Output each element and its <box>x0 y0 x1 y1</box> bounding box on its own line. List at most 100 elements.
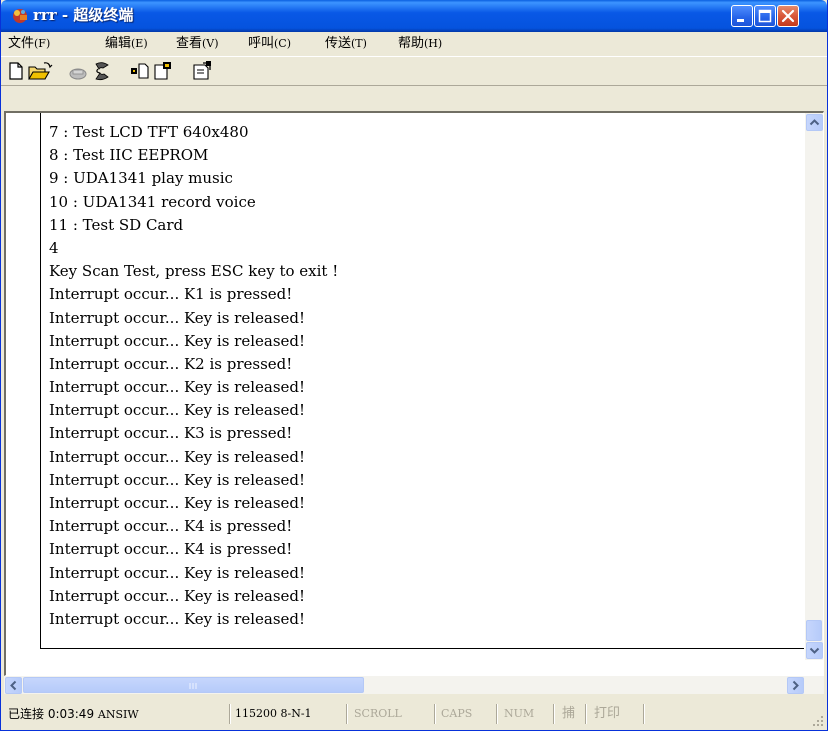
horizontal-scrollbar[interactable] <box>4 676 824 694</box>
status-emulation: ANSIW <box>97 708 139 721</box>
menu-transfer[interactable]: 传送(T) <box>325 36 367 52</box>
open-button[interactable] <box>27 60 53 82</box>
hyperterminal-app-icon <box>13 9 27 23</box>
scroll-up-button[interactable] <box>806 114 823 131</box>
chevron-down-icon <box>809 647 820 654</box>
maximize-button[interactable] <box>754 5 776 27</box>
menu-help-label: 帮助 <box>398 36 425 51</box>
disconnect-icon <box>95 62 109 81</box>
send-button[interactable] <box>129 60 151 82</box>
terminal-line: Interrupt occur... Key is released! <box>49 447 306 466</box>
properties-icon <box>193 61 211 80</box>
chevron-left-icon <box>10 680 17 691</box>
scroll-right-button[interactable] <box>787 677 804 694</box>
title-bar[interactable]: rrr - 超级终端 <box>1 0 827 32</box>
terminal-line: 10 : UDA1341 record voice <box>49 192 256 211</box>
open-icon <box>28 62 53 80</box>
menu-transfer-mnemonic: (T) <box>351 37 367 50</box>
terminal-line: Interrupt occur... Key is released! <box>49 586 306 605</box>
status-separator <box>553 704 555 724</box>
status-separator <box>346 704 348 724</box>
menu-view-label: 查看 <box>176 36 203 51</box>
menu-file-mnemonic: (F) <box>34 37 51 50</box>
receive-button[interactable] <box>151 60 173 82</box>
terminal-line: Interrupt occur... K1 is pressed! <box>49 285 293 304</box>
menu-file-label: 文件 <box>8 36 35 51</box>
menu-edit-mnemonic: (E) <box>131 37 148 50</box>
menu-view[interactable]: 查看(V) <box>176 36 219 52</box>
toolbar <box>1 56 827 86</box>
resize-grip-icon[interactable] <box>809 712 825 728</box>
status-separator <box>643 704 645 724</box>
menu-call[interactable]: 呼叫(C) <box>248 36 291 52</box>
terminal-line: 7 : Test LCD TFT 640x480 <box>49 123 249 141</box>
chevron-right-icon <box>792 680 799 691</box>
horizontal-scroll-thumb[interactable] <box>23 677 364 693</box>
window-title: rrr - 超级终端 <box>33 6 134 24</box>
terminal-line: 4 <box>49 238 59 257</box>
close-icon <box>781 9 795 23</box>
menu-edit-label: 编辑 <box>105 36 132 51</box>
minimize-button[interactable] <box>731 5 753 27</box>
status-connection: 已连接 0:03:49 ANSIW <box>5 703 225 725</box>
terminal-line: Key Scan Test, press ESC key to exit ! <box>49 262 339 281</box>
receive-icon <box>154 62 171 80</box>
terminal-line: Interrupt occur... K4 is pressed! <box>49 517 293 536</box>
terminal-line: Interrupt occur... K4 is pressed! <box>49 540 293 559</box>
terminal-line: Interrupt occur... K2 is pressed! <box>49 354 293 373</box>
terminal-line: Interrupt occur... Key is released! <box>49 470 306 489</box>
status-separator <box>585 704 587 724</box>
call-button[interactable] <box>67 60 89 82</box>
terminal-line: 11 : Test SD Card <box>49 215 184 234</box>
new-connection-button[interactable] <box>5 60 27 82</box>
properties-button[interactable] <box>191 60 213 82</box>
menu-bar: 文件(F) 编辑(E) 查看(V) 呼叫(C) 传送(T) 帮助(H) <box>1 32 827 56</box>
grip-icon <box>189 683 197 689</box>
menu-call-label: 呼叫 <box>248 36 275 51</box>
status-capture: 捕 <box>562 706 576 721</box>
menu-help[interactable]: 帮助(H) <box>398 36 442 52</box>
minimize-icon <box>737 19 744 22</box>
terminal-frame: 7 : Test LCD TFT 640x480 8 : Test IIC EEP… <box>4 111 824 676</box>
terminal-bottom-line <box>40 648 804 649</box>
scroll-left-button[interactable] <box>5 677 22 694</box>
status-settings: 115200 8-N-1 <box>235 707 312 720</box>
terminal-line: Interrupt occur... Key is released! <box>49 609 306 628</box>
terminal-line: Interrupt occur... K3 is pressed! <box>49 424 293 443</box>
menu-file[interactable]: 文件(F) <box>8 36 50 52</box>
disconnect-button[interactable] <box>91 60 113 82</box>
status-print: 打印 <box>594 706 621 721</box>
status-separator <box>434 704 436 724</box>
terminal-line: Interrupt occur... Key is released! <box>49 378 306 397</box>
terminal-screen[interactable]: 7 : Test LCD TFT 640x480 8 : Test IIC EEP… <box>6 113 804 660</box>
terminal-line: 9 : UDA1341 play music <box>49 169 233 188</box>
menu-help-mnemonic: (H) <box>424 37 443 50</box>
maximize-icon <box>758 9 772 23</box>
call-icon <box>69 68 87 80</box>
terminal-line: Interrupt occur... Key is released! <box>49 401 306 420</box>
status-separator <box>496 704 498 724</box>
send-icon <box>131 63 149 79</box>
new-icon <box>9 62 23 80</box>
close-button[interactable] <box>777 5 799 27</box>
terminal-line: 8 : Test IIC EEPROM <box>49 146 209 165</box>
status-bar: 已连接 0:03:49 ANSIW 115200 8-N-1 SCROLL CA… <box>1 698 827 730</box>
status-caps: CAPS <box>441 707 473 720</box>
menu-edit[interactable]: 编辑(E) <box>105 36 148 52</box>
scroll-down-button[interactable] <box>806 642 823 659</box>
hyperterminal-window: rrr - 超级终端 文件(F) 编辑(E) 查看(V) 呼叫(C) 传送(T)… <box>0 0 828 731</box>
terminal-line: Interrupt occur... Key is released! <box>49 308 306 327</box>
menu-view-mnemonic: (V) <box>202 37 219 50</box>
terminal-line: Interrupt occur... Key is released! <box>49 563 306 582</box>
vertical-scroll-thumb[interactable] <box>806 620 822 641</box>
terminal-line: Interrupt occur... Key is released! <box>49 494 306 512</box>
menu-call-mnemonic: (C) <box>274 37 292 50</box>
chevron-up-icon <box>809 119 820 126</box>
menu-transfer-label: 传送 <box>325 36 352 51</box>
vertical-scrollbar[interactable] <box>805 113 823 660</box>
terminal-line: Interrupt occur... Key is released! <box>49 331 306 350</box>
status-num: NUM <box>504 707 535 720</box>
status-connection-time: 已连接 0:03:49 <box>8 707 95 721</box>
status-scroll: SCROLL <box>354 707 402 720</box>
status-separator <box>229 704 231 724</box>
